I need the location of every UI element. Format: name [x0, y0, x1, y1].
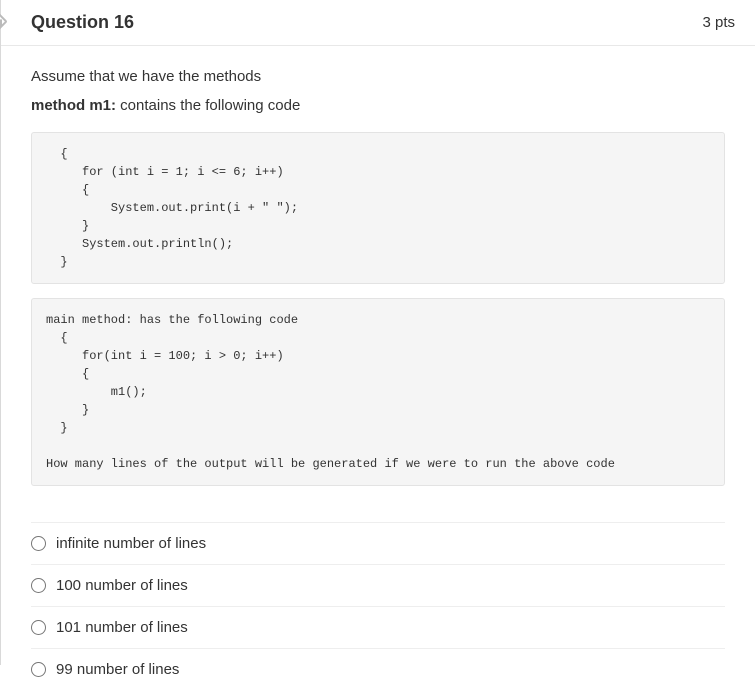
- prompt-text-2: method m1: contains the following code: [31, 97, 725, 114]
- option-row[interactable]: 99 number of lines: [31, 648, 725, 690]
- code-block-m1: { for (int i = 1; i <= 6; i++) { System.…: [31, 132, 725, 284]
- option-row[interactable]: 101 number of lines: [31, 606, 725, 648]
- question-body: Assume that we have the methods method m…: [1, 46, 755, 690]
- option-row[interactable]: infinite number of lines: [31, 522, 725, 564]
- option-radio[interactable]: [31, 620, 46, 635]
- option-label: 99 number of lines: [56, 661, 179, 678]
- question-header: Question 16 3 pts: [1, 0, 755, 46]
- method-desc: contains the following code: [116, 97, 300, 114]
- method-name: method m1:: [31, 97, 116, 114]
- code-block-main: main method: has the following code { fo…: [31, 298, 725, 486]
- option-label: infinite number of lines: [56, 535, 206, 552]
- option-radio[interactable]: [31, 662, 46, 677]
- question-card: Question 16 3 pts Assume that we have th…: [0, 0, 755, 665]
- option-radio[interactable]: [31, 578, 46, 593]
- question-title: Question 16: [31, 12, 134, 33]
- option-label: 101 number of lines: [56, 619, 188, 636]
- option-radio[interactable]: [31, 536, 46, 551]
- option-row[interactable]: 100 number of lines: [31, 564, 725, 606]
- prompt-text-1: Assume that we have the methods: [31, 68, 725, 85]
- question-points: 3 pts: [702, 14, 735, 31]
- option-label: 100 number of lines: [56, 577, 188, 594]
